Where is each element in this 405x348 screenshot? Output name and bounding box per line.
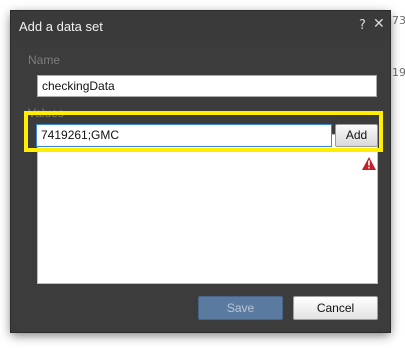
save-button[interactable]: Save	[198, 296, 283, 320]
warning-icon	[362, 157, 376, 170]
values-list[interactable]	[37, 134, 378, 284]
cancel-button[interactable]: Cancel	[293, 296, 378, 320]
highlight-box	[24, 111, 383, 152]
name-input[interactable]: checkingData	[37, 75, 377, 97]
add-data-set-dialog: Add a data set ? ✕ Name checkingData Val…	[11, 11, 390, 332]
name-label: Name	[28, 53, 61, 67]
close-icon[interactable]: ✕	[373, 16, 385, 32]
dialog-title: Add a data set	[19, 19, 103, 34]
background-text-1: 73	[392, 14, 405, 27]
dialog-titlebar: Add a data set ? ✕	[11, 11, 390, 41]
background-text-2: 19	[392, 66, 405, 79]
help-icon[interactable]: ?	[359, 18, 366, 33]
